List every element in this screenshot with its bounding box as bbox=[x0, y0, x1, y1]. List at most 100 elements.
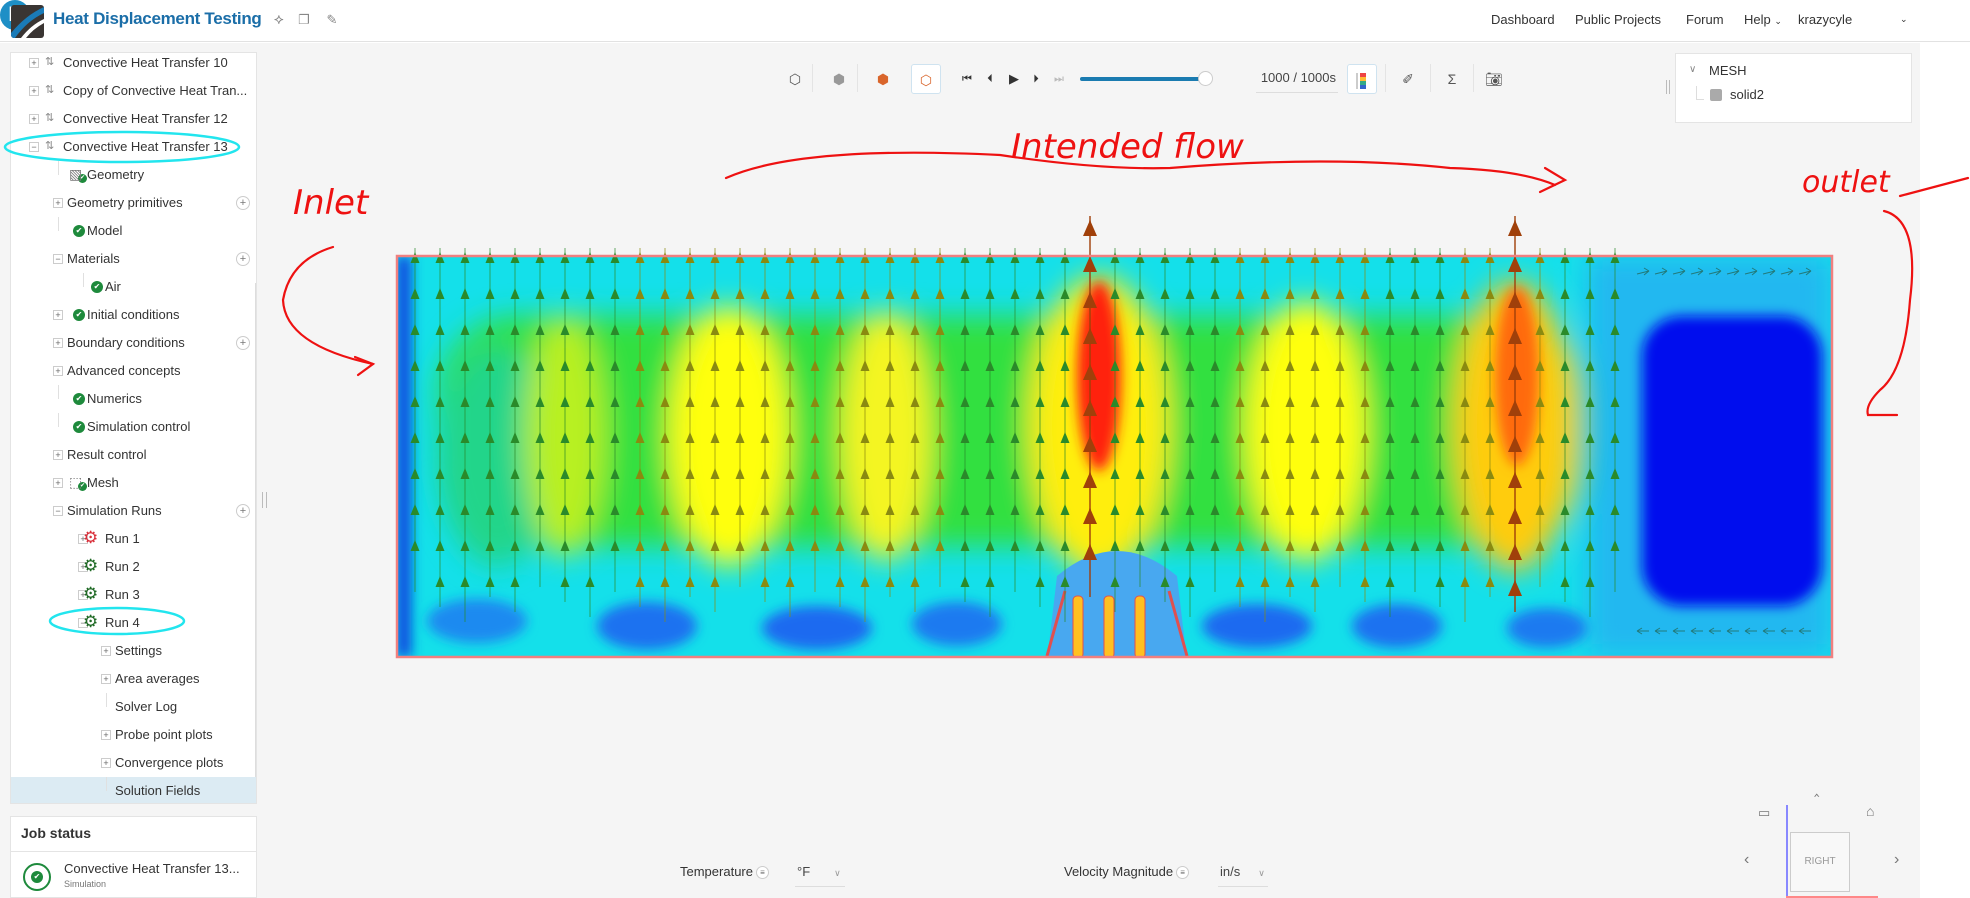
share-icon[interactable]: ⯎ bbox=[271, 12, 287, 28]
nav-help[interactable]: Help ⌄ bbox=[1744, 12, 1782, 27]
tree-item[interactable]: + ⚙ Run 1 bbox=[11, 525, 256, 553]
expand-icon[interactable]: + bbox=[101, 758, 111, 768]
cutting-view-icon[interactable]: ⬡ bbox=[911, 64, 941, 94]
add-icon[interactable]: + bbox=[236, 336, 250, 350]
tree-item[interactable]: + ⇅ Convective Heat Transfer 12 bbox=[11, 105, 256, 133]
expand-icon[interactable]: + bbox=[29, 58, 39, 68]
time-readout[interactable]: 1000 / 1000s bbox=[1258, 70, 1336, 85]
app-logo[interactable] bbox=[11, 5, 44, 38]
add-icon[interactable]: + bbox=[236, 252, 250, 266]
expand-icon[interactable]: + bbox=[101, 674, 111, 684]
tree-item-label: Simulation control bbox=[87, 419, 191, 434]
tree-item[interactable]: + ⚙ Run 2 bbox=[11, 553, 256, 581]
view-cube[interactable]: RIGHT bbox=[1790, 832, 1850, 892]
job-success-icon: ✔ bbox=[23, 863, 51, 891]
tree-item-label: Copy of Convective Heat Tran... bbox=[63, 83, 248, 98]
tree-item[interactable]: + Result control bbox=[11, 441, 256, 469]
tree-item[interactable]: − Simulation Runs + bbox=[11, 497, 256, 525]
collapse-icon[interactable]: − bbox=[29, 142, 39, 152]
surface-view-icon[interactable]: ⬢ bbox=[868, 64, 898, 94]
temperature-legend[interactable]: Temperature ≡ bbox=[680, 864, 769, 880]
simulation-icon: ⇅ bbox=[45, 140, 55, 152]
tree-item[interactable]: − Materials + bbox=[11, 245, 256, 273]
tree-item[interactable]: + ⇅ Convective Heat Transfer 10 bbox=[11, 53, 256, 77]
tree-item[interactable]: ✔ Model bbox=[11, 217, 256, 245]
mesh-group-title[interactable]: MESH bbox=[1709, 63, 1747, 78]
tree-connector bbox=[58, 217, 59, 231]
sigma-icon[interactable]: Σ bbox=[1437, 64, 1467, 94]
tree-item[interactable]: − ⇅ Convective Heat Transfer 13 bbox=[11, 133, 256, 161]
velocity-legend[interactable]: Velocity Magnitude ≡ bbox=[1064, 864, 1190, 880]
tree-item[interactable]: + ✔ ⬚ Mesh bbox=[11, 469, 256, 497]
nav-forum[interactable]: Forum bbox=[1686, 12, 1724, 27]
nav-dashboard[interactable]: Dashboard bbox=[1491, 12, 1555, 27]
expand-icon[interactable]: + bbox=[53, 450, 63, 460]
temperature-unit-select[interactable]: °F ∨ bbox=[797, 864, 841, 879]
tree-item[interactable]: + Boundary conditions + bbox=[11, 329, 256, 357]
tree-item[interactable]: + ✔ Initial conditions bbox=[11, 301, 256, 329]
expand-icon[interactable]: + bbox=[53, 366, 63, 376]
time-slider-track[interactable] bbox=[1080, 77, 1205, 81]
expand-icon[interactable]: + bbox=[53, 198, 63, 208]
colorbar-icon[interactable] bbox=[1347, 64, 1377, 94]
username[interactable]: krazycyle bbox=[1798, 12, 1852, 27]
tree-item[interactable]: + Convergence plots bbox=[11, 749, 256, 777]
tree-item[interactable]: + Area averages bbox=[11, 665, 256, 693]
rotate-left-icon[interactable]: ‹ bbox=[1744, 851, 1749, 869]
mesh-item-solid2[interactable]: solid2 bbox=[1730, 87, 1764, 102]
tree-item[interactable]: ✔ Numerics bbox=[11, 385, 256, 413]
copy-icon[interactable]: ❐ bbox=[296, 12, 312, 28]
tree-item[interactable]: + Settings bbox=[11, 637, 256, 665]
tree-item[interactable]: + Advanced concepts bbox=[11, 357, 256, 385]
expand-icon[interactable]: + bbox=[53, 478, 63, 488]
tree-item-label: Geometry primitives bbox=[67, 195, 183, 210]
expand-icon[interactable]: + bbox=[29, 114, 39, 124]
tree-item[interactable]: − ⚙ Run 4 bbox=[11, 609, 256, 637]
add-icon[interactable]: + bbox=[236, 504, 250, 518]
expand-icon[interactable]: + bbox=[53, 310, 63, 320]
tree-connector bbox=[106, 777, 107, 791]
collapse-chevron-icon[interactable]: ∨ bbox=[1689, 64, 1696, 75]
collapse-icon[interactable]: − bbox=[53, 254, 63, 264]
tree-item[interactable]: ✔ Simulation control bbox=[11, 413, 256, 441]
expand-icon[interactable]: + bbox=[101, 730, 111, 740]
camera-projection-icon[interactable]: ▭ bbox=[1758, 805, 1770, 821]
divider bbox=[1256, 92, 1338, 93]
tree-item[interactable]: ✔ ▧ Geometry bbox=[11, 161, 256, 189]
add-icon[interactable]: + bbox=[236, 196, 250, 210]
time-slider-handle[interactable] bbox=[1198, 71, 1213, 86]
camera-icon[interactable]: 📷︎ bbox=[1479, 64, 1509, 94]
tree-item-label: Materials bbox=[67, 251, 120, 266]
z-axis bbox=[1786, 805, 1788, 898]
skip-last-icon[interactable]: ⏭ bbox=[1044, 64, 1074, 94]
nav-public-projects[interactable]: Public Projects bbox=[1575, 12, 1661, 27]
tree-item[interactable]: Solution Fields bbox=[11, 777, 256, 803]
expand-icon[interactable]: + bbox=[29, 86, 39, 96]
panel-resize-handle[interactable] bbox=[1666, 80, 1670, 94]
solid-view-icon[interactable]: ⬢ bbox=[824, 64, 854, 94]
tree-item[interactable]: Solver Log bbox=[11, 693, 256, 721]
rotate-right-icon[interactable]: › bbox=[1894, 851, 1899, 869]
tree-item[interactable]: + Probe point plots bbox=[11, 721, 256, 749]
pipette-icon[interactable]: ✐ bbox=[1393, 64, 1423, 94]
job-name[interactable]: Convective Heat Transfer 13... bbox=[64, 861, 240, 876]
legend-settings-icon[interactable]: ≡ bbox=[755, 866, 769, 880]
user-menu-chevron-icon[interactable]: ⌄ bbox=[1900, 14, 1908, 25]
tree-item[interactable]: + ⇅ Copy of Convective Heat Tran... bbox=[11, 77, 256, 105]
tree-item-label: Settings bbox=[115, 643, 162, 658]
collapse-icon[interactable]: − bbox=[53, 506, 63, 516]
legend-settings-icon[interactable]: ≡ bbox=[1176, 866, 1190, 880]
tree-item[interactable]: + ⚙ Run 3 bbox=[11, 581, 256, 609]
tree-item[interactable]: ✔ Air bbox=[11, 273, 256, 301]
sidebar-resize-handle[interactable] bbox=[262, 492, 267, 508]
tree-item[interactable]: + Geometry primitives + bbox=[11, 189, 256, 217]
rotate-up-icon[interactable]: ‸ bbox=[1814, 778, 1819, 798]
expand-icon[interactable]: + bbox=[53, 338, 63, 348]
expand-icon[interactable]: + bbox=[101, 646, 111, 656]
home-icon[interactable]: ⌂ bbox=[1866, 803, 1874, 819]
pencil-icon[interactable]: ✎ bbox=[324, 12, 340, 28]
simulation-result-view[interactable] bbox=[395, 216, 1834, 659]
project-title[interactable]: Heat Displacement Testing bbox=[53, 9, 262, 29]
velocity-unit-select[interactable]: in/s ∨ bbox=[1220, 864, 1265, 879]
wireframe-view-icon[interactable]: ⬡ bbox=[780, 64, 810, 94]
